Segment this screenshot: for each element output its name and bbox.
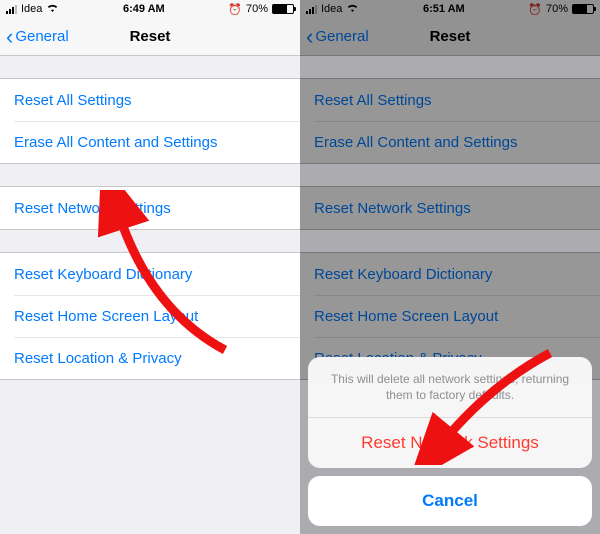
row-label: Erase All Content and Settings — [14, 134, 217, 151]
sheet-cancel-label: Cancel — [422, 491, 478, 511]
status-bar: Idea 6:49 AM ⏰ 70% — [0, 0, 300, 18]
screenshot-right: Idea 6:51 AM ⏰ 70% ‹ General Reset — [300, 0, 600, 534]
row-reset-keyboard[interactable]: Reset Keyboard Dictionary — [0, 253, 300, 295]
settings-list: Reset All Settings Erase All Content and… — [0, 56, 300, 380]
battery-pct: 70% — [246, 3, 268, 15]
row-label: Reset Keyboard Dictionary — [14, 266, 192, 283]
back-label: General — [15, 28, 68, 45]
row-reset-home-screen[interactable]: Reset Home Screen Layout — [14, 295, 300, 337]
row-label: Reset Network Settings — [14, 200, 171, 217]
sheet-message: This will delete all network settings, r… — [308, 357, 592, 418]
action-sheet: This will delete all network settings, r… — [308, 357, 592, 526]
screenshot-left: Idea 6:49 AM ⏰ 70% ‹ General Reset — [0, 0, 300, 534]
row-erase-all[interactable]: Erase All Content and Settings — [14, 121, 300, 163]
sheet-cancel-button[interactable]: Cancel — [308, 476, 592, 526]
row-reset-all-settings[interactable]: Reset All Settings — [0, 79, 300, 121]
row-reset-location-privacy[interactable]: Reset Location & Privacy — [14, 337, 300, 379]
sheet-action-reset-network[interactable]: Reset Network Settings — [308, 418, 592, 468]
signal-icon — [6, 5, 17, 14]
battery-icon — [272, 4, 294, 14]
row-label: Reset Location & Privacy — [14, 350, 182, 367]
wifi-icon — [46, 3, 59, 16]
nav-bar: ‹ General Reset — [0, 18, 300, 56]
chevron-left-icon: ‹ — [6, 26, 13, 48]
carrier-label: Idea — [21, 3, 42, 15]
row-reset-network[interactable]: Reset Network Settings — [0, 187, 300, 229]
back-button[interactable]: ‹ General — [0, 26, 69, 48]
sheet-action-label: Reset Network Settings — [361, 433, 539, 453]
clock-label: 6:49 AM — [123, 3, 165, 15]
alarm-icon: ⏰ — [228, 3, 242, 16]
row-label: Reset Home Screen Layout — [14, 308, 198, 325]
row-label: Reset All Settings — [14, 92, 132, 109]
